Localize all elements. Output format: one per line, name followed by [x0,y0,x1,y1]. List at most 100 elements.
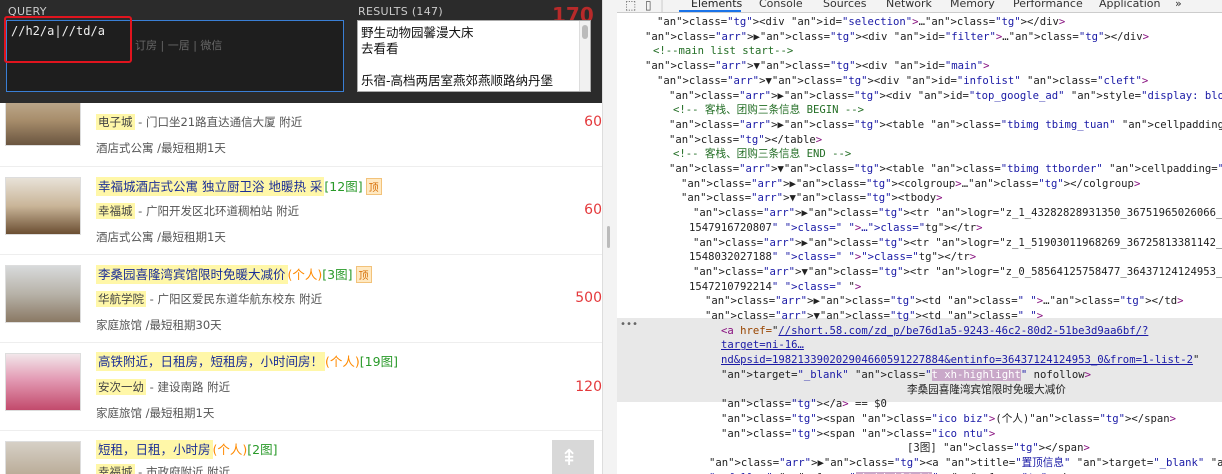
tab-memory[interactable]: Memory [950,0,995,10]
listing-address: 安次一幼 - 建设南路 附近 [96,379,231,395]
dom-node-line[interactable]: 李桑园喜隆湾宾馆限时免暖大减价 [907,383,1222,398]
dom-node-line[interactable]: 1547916720807" ">class=" ">…">class="tg"… [689,221,1222,236]
dom-node-line[interactable]: 1547210792214" ">class=" "> [689,280,1222,295]
ellipsis-icon[interactable]: ••• [620,319,638,330]
result-line: 去看看 [361,41,399,56]
panel-resize-handle[interactable] [602,0,618,474]
dom-node-line[interactable]: "an">target="_blank" "an">class="t xh-hi… [721,368,1222,383]
listing-photo-count: [2图] [247,442,278,457]
active-tab-indicator [679,10,741,12]
dom-node-line[interactable]: "an">class="arr">▶"an">class="tg"><tr "a… [693,236,1222,251]
listing-address: 华航学院 - 广阳区爱民东道华航东校东 附近 [96,291,323,307]
dom-node-line[interactable]: "an">class="tg"></a> == $0 [721,397,1222,412]
listing-price: 60 [584,114,602,130]
divider [0,166,602,167]
device-toolbar-icon[interactable]: ▯ [645,0,652,12]
annotation-highlight-box [4,16,132,63]
dom-node-line[interactable]: [3图] "an">class="tg"></span> [907,441,1222,456]
dom-node-line[interactable]: "an">class="arr">▼"an">class="tg"><td "a… [705,309,1222,324]
listing-price: 500 [575,290,602,306]
listing-photo-count: [3图] [322,267,353,282]
result-line: 野生动物园馨漫大床 [361,25,474,40]
dom-node-line[interactable]: "an">class="arr">▶"an">class="tg"><tr "a… [693,206,1222,221]
dom-node-line[interactable]: <a href="//short.58.com/zd_p/be76d1a5-92… [721,324,1222,339]
address-area-link[interactable]: 安次一幼 [96,379,146,395]
listing-owner-type: (个人) [287,267,323,282]
address-area-link[interactable]: 华航学院 [96,291,146,307]
listing-title-row: 幸福城酒店式公寓 独立厨卫浴 地暖热 采 [12图] 顶 [96,176,382,196]
listing-address: 幸福城 - 广阳开发区北环道稠柏站 附近 [96,203,300,219]
dom-node-line[interactable]: 1548032027188" ">class=" ">">class="tg">… [689,250,1222,265]
dom-node-line[interactable]: "an">class="tg"><span "an">class="ico bi… [721,412,1222,427]
listing-thumbnail[interactable] [5,441,81,474]
dom-node-line[interactable]: "an">class="arr">▼"an">class="tg"><tbody… [681,191,1222,206]
top-badge[interactable]: 顶 [355,266,372,283]
tab-sources[interactable]: Sources [823,0,867,10]
listing-type: 酒店式公寓 /最短租期1天 [96,230,226,244]
results-scrollbar[interactable] [579,21,590,91]
tab-separator: | [660,0,665,12]
dom-node-line[interactable]: <!-- 客栈、团购三条信息 BEGIN --> [673,103,1222,118]
result-line: 乐宿-高档两居室燕郊燕顺路纳丹堡 [361,73,554,88]
listing-title-row: 高铁附近，日租房，短租房，小时间房！ (个人)[19图] [96,351,398,371]
dom-node-line[interactable]: "an">class="arr">▶"an">class="tg"><a "an… [709,456,1222,471]
tab-network[interactable]: Network [886,0,932,10]
dom-node-line[interactable]: "an">class="arr">▼"an">class="tg"><table… [669,162,1222,177]
listing-title-link[interactable]: 短租，日租，小时房 [96,440,213,459]
listing-thumbnail[interactable] [5,353,81,411]
devtools-tabbar: ⬚ ▯ | Elements Console Sources Network M… [617,0,1222,13]
listing-title-link[interactable]: 李桑园喜隆湾宾馆限时免暖大减价 [96,265,288,284]
divider [0,254,602,255]
tab-performance[interactable]: Performance [1013,0,1083,10]
devtools-panel: ⬚ ▯ | Elements Console Sources Network M… [617,0,1222,474]
address-area-link[interactable]: 幸福城 [96,203,135,219]
tab-elements[interactable]: Elements [691,0,742,10]
address-area-link[interactable]: 电子城 [96,114,135,130]
divider [0,430,602,431]
listing-thumbnail[interactable] [5,177,81,235]
back-to-top-button[interactable]: ⇞ [552,440,594,474]
dom-node-line[interactable]: "an">class="arr">▶"an">class="tg"><table… [669,118,1222,133]
dom-node-line[interactable]: target=ni-16… [721,338,1222,353]
tab-application[interactable]: Application [1099,0,1160,10]
listing-page: 电子城 - 门口坐21路直达通信大厦 附近 酒店式公寓 /最短租期1天 60 幸… [0,0,602,474]
dom-node-line[interactable]: "an">class="arr">▼"an">class="tg"><tr "a… [693,265,1222,280]
listing-address: 幸福城 - 市政府附近 附近 [96,464,230,474]
dom-node-line[interactable]: "an">class="arr">▶"an">class="tg"><div "… [669,89,1222,104]
xpath-results-box[interactable]: 野生动物园馨漫大床 去看看 乐宿-高档两居室燕郊燕顺路纳丹堡 [357,20,591,92]
listing-title-row: 短租，日租，小时房 (个人)[2图] [96,439,278,459]
dom-node-line[interactable]: <!--main list start--> [653,44,1222,59]
dom-node-line[interactable]: nd&psid=198213390202904660591227884&enti… [721,353,1222,368]
listing-title-row: 李桑园喜隆湾宾馆限时免暖大减价 (个人)[3图] 顶 [96,264,372,284]
xpath-helper-panel: QUERY RESULTS (147) 170 //h2/a|//td/a 订房… [0,0,602,103]
dom-node-line[interactable]: "an">class="arr">▶"an">class="tg"><colgr… [681,177,1222,192]
dom-node-line[interactable]: "an">class="arr">▶"an">class="tg"><div "… [645,30,1222,45]
listing-photo-count: [19图] [359,354,398,369]
address-area-link[interactable]: 幸福城 [96,464,135,474]
more-tabs-icon[interactable]: » [1175,0,1182,10]
tab-console[interactable]: Console [759,0,803,10]
listing-owner-type: (个人) [212,442,248,457]
dom-node-line[interactable]: "an">class="tg"><div "an">id="selection"… [657,15,1222,30]
dom-node-line[interactable]: "an">class="arr">▼"an">class="tg"><div "… [645,59,1222,74]
dom-node-line[interactable]: <!-- 客栈、团购三条信息 END --> [673,147,1222,162]
dom-node-line[interactable]: "an">class="arr">▼"an">class="tg"><div "… [657,74,1222,89]
listing-address: 电子城 - 门口坐21路直达通信大厦 附近 [96,114,303,130]
dom-node-line[interactable]: "an">class="arr">▶"an">class="tg"><td "a… [705,294,1222,309]
listing-type: 酒店式公寓 /最短租期1天 [96,141,226,155]
dom-node-line[interactable]: "an">class="tg"></table> [669,133,1222,148]
top-badge[interactable]: 顶 [365,178,382,195]
background-nav-text: 订房 | 一居 | 微信 [135,39,223,52]
listing-price: 120 [575,379,602,395]
listing-price: 60 [584,202,602,218]
listing-type: 家庭旅馆 /最短租期1天 [96,406,215,420]
results-label: RESULTS (147) [358,5,443,18]
dom-node-line[interactable]: "an">class="tg"><span "an">class="ico nt… [721,427,1222,442]
listing-title-link[interactable]: 幸福城酒店式公寓 独立厨卫浴 地暖热 采 [96,177,325,196]
listing-thumbnail[interactable] [5,265,81,323]
listing-type: 家庭旅馆 /最短租期30天 [96,318,222,332]
inspect-icon[interactable]: ⬚ [625,0,636,12]
listing-title-link[interactable]: 高铁附近，日租房，短租房，小时间房！ [96,352,326,371]
arrow-up-icon: ⇞ [560,446,579,471]
listing-photo-count: [12图] [324,179,363,194]
